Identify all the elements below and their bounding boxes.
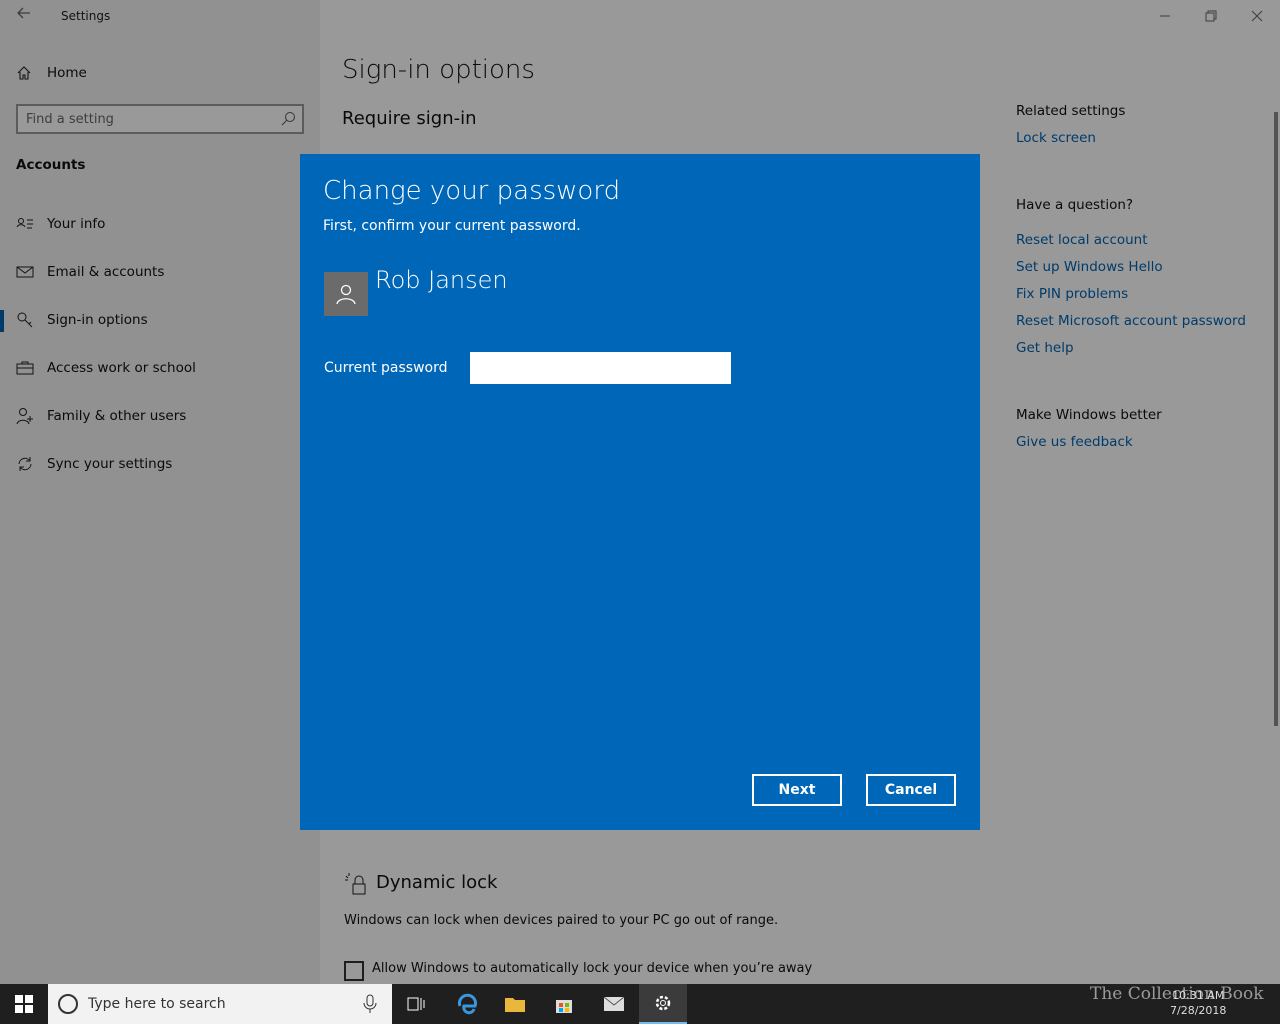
current-password-field[interactable] — [470, 352, 731, 384]
avatar — [324, 272, 368, 316]
file-explorer-icon[interactable] — [491, 984, 539, 1024]
taskbar: Type here to search The Collection Book … — [0, 984, 1280, 1024]
cancel-button[interactable]: Cancel — [866, 774, 956, 806]
store-icon[interactable] — [540, 984, 588, 1024]
clock-time: 10:31 AM — [1172, 989, 1225, 1002]
start-button[interactable] — [0, 984, 48, 1024]
edge-icon[interactable] — [443, 984, 491, 1024]
taskbar-search[interactable]: Type here to search — [48, 984, 392, 1024]
settings-taskbar-icon[interactable] — [639, 984, 687, 1024]
next-button[interactable]: Next — [752, 774, 842, 806]
cortana-icon[interactable] — [58, 994, 78, 1014]
microphone-icon[interactable] — [362, 994, 378, 1014]
settings-window: Settings Home Accounts Your info Email &… — [0, 0, 1280, 984]
user-icon — [336, 284, 356, 305]
mail-app-icon[interactable] — [590, 984, 638, 1024]
task-view-icon[interactable] — [392, 984, 440, 1024]
change-password-dialog: Change your password First, confirm your… — [300, 154, 980, 830]
user-name: Rob Jansen — [375, 266, 508, 294]
clock-date: 7/28/2018 — [1170, 1004, 1227, 1017]
password-label: Current password — [324, 360, 448, 376]
dialog-subtitle: First, confirm your current password. — [323, 218, 581, 234]
taskbar-search-text: Type here to search — [88, 996, 226, 1012]
dialog-title: Change your password — [323, 176, 621, 206]
clock[interactable]: 10:31 AM 7/28/2018 — [1170, 988, 1226, 1018]
windows-logo-icon — [15, 995, 33, 1013]
